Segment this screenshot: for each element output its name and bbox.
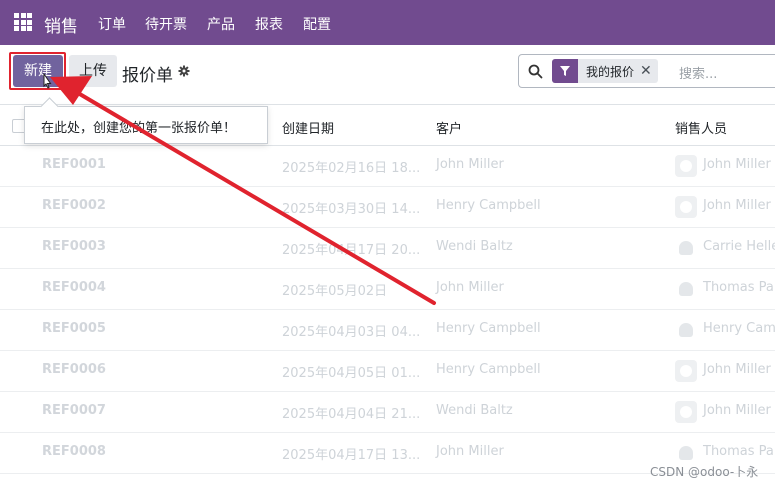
row-creation-date: 2025年03月30日 14... — [282, 202, 421, 217]
avatar — [675, 155, 697, 177]
column-header-salesperson[interactable]: 销售人员 — [675, 118, 727, 137]
row-reference: REF0002 — [42, 198, 106, 213]
row-salesperson: John Miller — [703, 157, 771, 172]
table-row[interactable]: REF0001 2025年02月16日 18... John Miller Jo… — [0, 146, 775, 187]
row-salesperson: Thomas Pa — [703, 280, 774, 295]
row-reference: REF0007 — [42, 403, 106, 418]
column-header-creation-date[interactable]: 创建日期 — [282, 118, 334, 137]
row-customer: Henry Campbell — [436, 198, 541, 213]
watermark: CSDN @odoo-卜永 — [650, 465, 759, 479]
menu-item-to-invoice[interactable]: 待开票 — [145, 14, 187, 34]
app-brand[interactable]: 销售 — [44, 12, 78, 37]
table-row[interactable]: REF0005 2025年04月03日 04... Henry Campbell… — [0, 310, 775, 351]
page-title: 报价单 — [122, 66, 173, 86]
row-reference: REF0005 — [42, 321, 106, 336]
avatar — [675, 360, 697, 382]
close-icon[interactable]: ✕ — [640, 63, 658, 79]
top-navbar: 销售 订单 待开票 产品 报表 配置 — [0, 0, 775, 45]
row-salesperson: Thomas Pa — [703, 444, 774, 459]
upload-button[interactable]: 上传 — [69, 55, 117, 87]
table-row[interactable]: REF0004 2025年05月02日 John Miller Thomas P… — [0, 269, 775, 310]
row-customer: Henry Campbell — [436, 362, 541, 377]
filter-facet[interactable]: 我的报价 ✕ — [552, 59, 658, 83]
row-salesperson: Henry Camp — [703, 321, 775, 336]
menu-item-orders[interactable]: 订单 — [98, 14, 126, 34]
filter-facet-label: 我的报价 — [586, 64, 635, 79]
row-customer: John Miller — [436, 280, 504, 295]
search-box[interactable]: 我的报价 ✕ 搜索... — [518, 54, 775, 88]
avatar — [675, 401, 697, 423]
control-panel: 新建 上传 报价单 我的报价 ✕ 搜索... — [0, 45, 775, 105]
menu-item-reporting[interactable]: 报表 — [255, 14, 283, 34]
row-salesperson: John Miller — [703, 198, 771, 213]
table-row[interactable]: REF0003 2025年04月17日 20... Wendi Baltz Ca… — [0, 228, 775, 269]
row-salesperson: Carrie Helle — [703, 239, 775, 254]
row-creation-date: 2025年04月05日 01... — [282, 366, 421, 381]
row-creation-date: 2025年04月03日 04... — [282, 325, 421, 340]
row-customer: Henry Campbell — [436, 321, 541, 336]
gear-icon[interactable] — [178, 65, 190, 77]
avatar — [675, 278, 697, 300]
mouse-cursor-icon — [43, 73, 52, 89]
avatar — [675, 237, 697, 259]
search-icon[interactable] — [528, 64, 543, 79]
table-row[interactable]: REF0002 2025年03月30日 14... Henry Campbell… — [0, 187, 775, 228]
quotations-table: 创建日期 客户 销售人员 REF0001 2025年02月16日 18... J… — [0, 106, 775, 474]
row-customer: Wendi Baltz — [436, 239, 513, 254]
avatar — [675, 319, 697, 341]
row-reference: REF0001 — [42, 157, 106, 172]
row-customer: John Miller — [436, 157, 504, 172]
row-creation-date: 2025年05月02日 — [282, 284, 388, 299]
row-salesperson: John Miller — [703, 403, 771, 418]
row-creation-date: 2025年04月04日 21... — [282, 407, 421, 422]
row-customer: Wendi Baltz — [436, 403, 513, 418]
row-creation-date: 2025年04月17日 20... — [282, 243, 421, 258]
row-reference: REF0004 — [42, 280, 106, 295]
table-row[interactable]: REF0007 2025年04月04日 21... Wendi Baltz Jo… — [0, 392, 775, 433]
row-salesperson: John Miller — [703, 362, 771, 377]
apps-grid-icon[interactable] — [14, 13, 32, 31]
search-input[interactable]: 搜索... — [679, 63, 717, 82]
table-row[interactable]: REF0006 2025年04月05日 01... Henry Campbell… — [0, 351, 775, 392]
row-customer: John Miller — [436, 444, 504, 459]
filter-icon — [552, 59, 578, 83]
onboarding-tooltip: 在此处，创建您的第一张报价单！ — [24, 106, 268, 144]
avatar — [675, 442, 697, 464]
row-creation-date: 2025年02月16日 18... — [282, 161, 421, 176]
avatar — [675, 196, 697, 218]
row-reference: REF0006 — [42, 362, 106, 377]
row-creation-date: 2025年04月17日 13... — [282, 448, 421, 463]
menu-item-products[interactable]: 产品 — [207, 14, 235, 34]
row-reference: REF0008 — [42, 444, 106, 459]
menu-item-configuration[interactable]: 配置 — [303, 14, 331, 34]
row-reference: REF0003 — [42, 239, 106, 254]
main-menu: 订单 待开票 产品 报表 配置 — [98, 14, 351, 34]
column-header-customer[interactable]: 客户 — [436, 118, 462, 137]
new-button-highlight — [9, 52, 66, 90]
